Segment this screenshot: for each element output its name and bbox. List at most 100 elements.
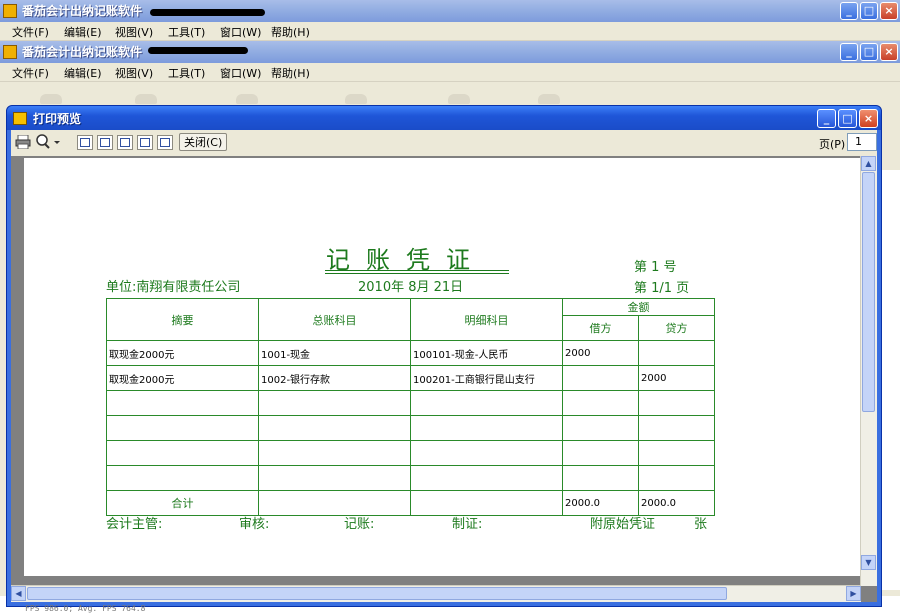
- two-pages-icon[interactable]: [97, 135, 113, 150]
- scroll-up-icon[interactable]: ▲: [861, 156, 876, 171]
- cell-detail: [410, 440, 563, 466]
- cell-summary: 取现金2000元: [106, 365, 259, 391]
- cell-detail: 100201-工商银行昆山支行: [410, 365, 563, 391]
- scroll-left-icon[interactable]: ◀: [11, 586, 26, 601]
- scroll-right-icon[interactable]: ▶: [846, 586, 861, 601]
- page-number-stepper[interactable]: 1: [847, 133, 877, 151]
- redaction-mark: [150, 9, 265, 16]
- cell-debit: [562, 440, 639, 466]
- child-title-bar[interactable]: 番茄会计出纳记账软件 _ □ ×: [0, 41, 900, 63]
- zoom-icon[interactable]: [35, 134, 61, 150]
- one-page-icon[interactable]: [77, 135, 93, 150]
- menu-window[interactable]: 窗口(W): [220, 24, 261, 40]
- title-underline: [325, 273, 509, 274]
- toolbar-ghost-icon: [40, 94, 62, 104]
- preview-maximize-button[interactable]: □: [838, 109, 857, 128]
- minimize-button[interactable]: _: [840, 2, 858, 20]
- cell-general: [258, 415, 411, 441]
- table-row: 取现金2000元 1001-现金 100101-现金-人民币 2000: [106, 340, 715, 366]
- horizontal-scrollbar[interactable]: ◀ ▶: [11, 585, 861, 602]
- preview-canvas: 记账凭证 第 1 号 第 1/1 页 单位:南翔有限责任公司 2010年 8月 …: [11, 156, 877, 602]
- table-row: [106, 390, 715, 416]
- six-pages-icon[interactable]: [157, 135, 173, 150]
- table-row: [106, 465, 715, 491]
- menu-edit[interactable]: 编辑(E): [64, 24, 102, 40]
- cell-summary: [106, 465, 259, 491]
- voucher-number: 第 1 号: [634, 260, 677, 275]
- child-menu-file[interactable]: 文件(F): [12, 65, 49, 81]
- child-app-icon: [3, 45, 17, 59]
- print-preview-window: 打印预览 _ □ × 关闭(C) 页(P) 1 记账凭证 第 1 号 第 1/1…: [6, 105, 882, 607]
- header-summary: 摘要: [106, 298, 259, 341]
- menu-view[interactable]: 视图(V): [115, 24, 153, 40]
- cell-credit: [638, 465, 715, 491]
- scroll-down-icon[interactable]: ▼: [861, 555, 876, 570]
- voucher-page: 记账凭证 第 1 号 第 1/1 页 单位:南翔有限责任公司 2010年 8月 …: [24, 158, 861, 576]
- child-minimize-button[interactable]: _: [840, 43, 858, 61]
- child-menu-help[interactable]: 帮助(H): [271, 65, 310, 81]
- menu-file[interactable]: 文件(F): [12, 24, 49, 40]
- vertical-scroll-thumb[interactable]: [862, 172, 875, 412]
- print-preview-title: 打印预览: [33, 112, 82, 126]
- app-icon: [3, 4, 17, 18]
- redaction-mark: [148, 47, 248, 54]
- footer-attachments: 附原始凭证: [590, 517, 656, 532]
- child-maximize-button[interactable]: □: [860, 43, 878, 61]
- printer-icon[interactable]: [15, 134, 31, 150]
- total-credit: 2000.0: [638, 490, 715, 516]
- total-label: 合计: [106, 490, 259, 516]
- child-menu-edit[interactable]: 编辑(E): [64, 65, 102, 81]
- page-label: 页(P): [819, 138, 846, 151]
- preview-close-button[interactable]: 关闭(C): [179, 133, 228, 151]
- fps-counter: FPS 986.0; Avg. FPS 764.8: [25, 604, 146, 613]
- menu-tools[interactable]: 工具(T): [168, 24, 205, 40]
- four-pages-icon[interactable]: [137, 135, 153, 150]
- table-row: [106, 440, 715, 466]
- background-grid-right: [880, 170, 900, 590]
- toolbar-ghost-icon: [448, 94, 470, 104]
- toolbar-ghost-icon: [135, 94, 157, 104]
- footer-unit-zhang: 张: [694, 517, 708, 532]
- cell-debit: [562, 390, 639, 416]
- cell-empty: [410, 490, 563, 516]
- footer-audit: 审核:: [239, 517, 270, 532]
- header-debit: 借方: [562, 315, 639, 341]
- child-menu-view[interactable]: 视图(V): [115, 65, 153, 81]
- cell-detail: [410, 465, 563, 491]
- horizontal-scroll-thumb[interactable]: [27, 587, 727, 600]
- three-pages-icon[interactable]: [117, 135, 133, 150]
- table-row: [106, 415, 715, 441]
- cell-empty: [258, 490, 411, 516]
- child-close-button[interactable]: ×: [880, 43, 898, 61]
- app-title-bar[interactable]: 番茄会计出纳记账软件 _ □ ×: [0, 0, 900, 22]
- preview-minimize-button[interactable]: _: [817, 109, 836, 128]
- print-preview-title-bar[interactable]: 打印预览 _ □ ×: [7, 106, 881, 130]
- vertical-scrollbar[interactable]: ▲ ▼: [860, 156, 877, 586]
- preview-window-icon: [13, 112, 27, 125]
- header-general-account: 总账科目: [258, 298, 411, 341]
- header-amount: 金额: [562, 298, 715, 316]
- table-row: 取现金2000元 1002-银行存款 100201-工商银行昆山支行 2000: [106, 365, 715, 391]
- cell-debit: [562, 415, 639, 441]
- menu-help[interactable]: 帮助(H): [271, 24, 310, 40]
- total-row: 合计 2000.0 2000.0: [106, 490, 715, 516]
- child-menu-tools[interactable]: 工具(T): [168, 65, 205, 81]
- footer-supervisor: 会计主管:: [106, 517, 163, 532]
- footer-bookkeeping: 记账:: [344, 517, 375, 532]
- child-menu-window[interactable]: 窗口(W): [220, 65, 261, 81]
- toolbar-ghost-icon: [538, 94, 560, 104]
- cell-debit: [562, 465, 639, 491]
- app-title: 番茄会计出纳记账软件: [22, 4, 143, 18]
- cell-detail: [410, 390, 563, 416]
- voucher-date: 2010年 8月 21日: [358, 280, 464, 295]
- footer-prepared: 制证:: [452, 517, 483, 532]
- preview-close-window-button[interactable]: ×: [859, 109, 878, 128]
- maximize-button[interactable]: □: [860, 2, 878, 20]
- close-button[interactable]: ×: [880, 2, 898, 20]
- cell-general: 1001-现金: [258, 340, 411, 366]
- voucher-page-count: 第 1/1 页: [634, 281, 690, 296]
- menu-bar: 文件(F) 编辑(E) 视图(V) 工具(T) 窗口(W) 帮助(H): [0, 22, 900, 41]
- preview-toolbar: 关闭(C) 页(P) 1: [11, 130, 877, 156]
- cell-general: [258, 440, 411, 466]
- cell-credit: [638, 415, 715, 441]
